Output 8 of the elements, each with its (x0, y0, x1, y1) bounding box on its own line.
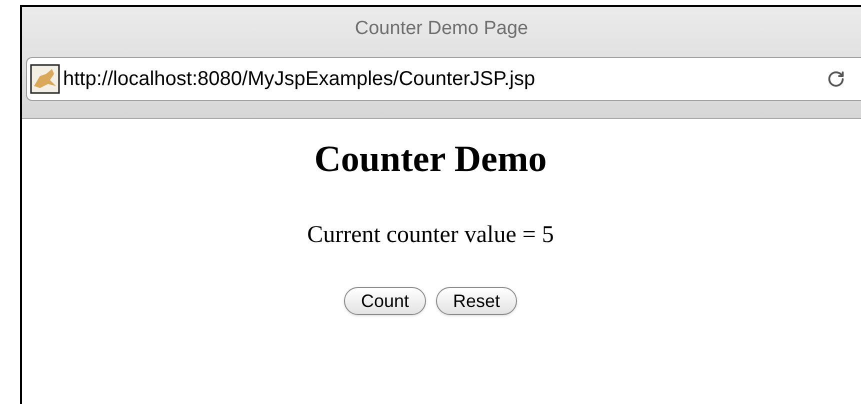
form-button[interactable]: Count (344, 287, 426, 316)
form-button[interactable]: Reset (436, 287, 518, 316)
window-title: Counter Demo Page (354, 16, 528, 41)
url-text: http://localhost:8080/MyJspExamples/CounterJSP.jsp (63, 67, 536, 92)
page-heading: Counter Demo (314, 138, 547, 182)
address-field[interactable]: http://localhost:8080/MyJspExamples/CounterJSP.jsp (26, 57, 861, 101)
counter-text: Current counter value = 5 (307, 221, 554, 250)
reload-icon[interactable] (827, 70, 845, 88)
